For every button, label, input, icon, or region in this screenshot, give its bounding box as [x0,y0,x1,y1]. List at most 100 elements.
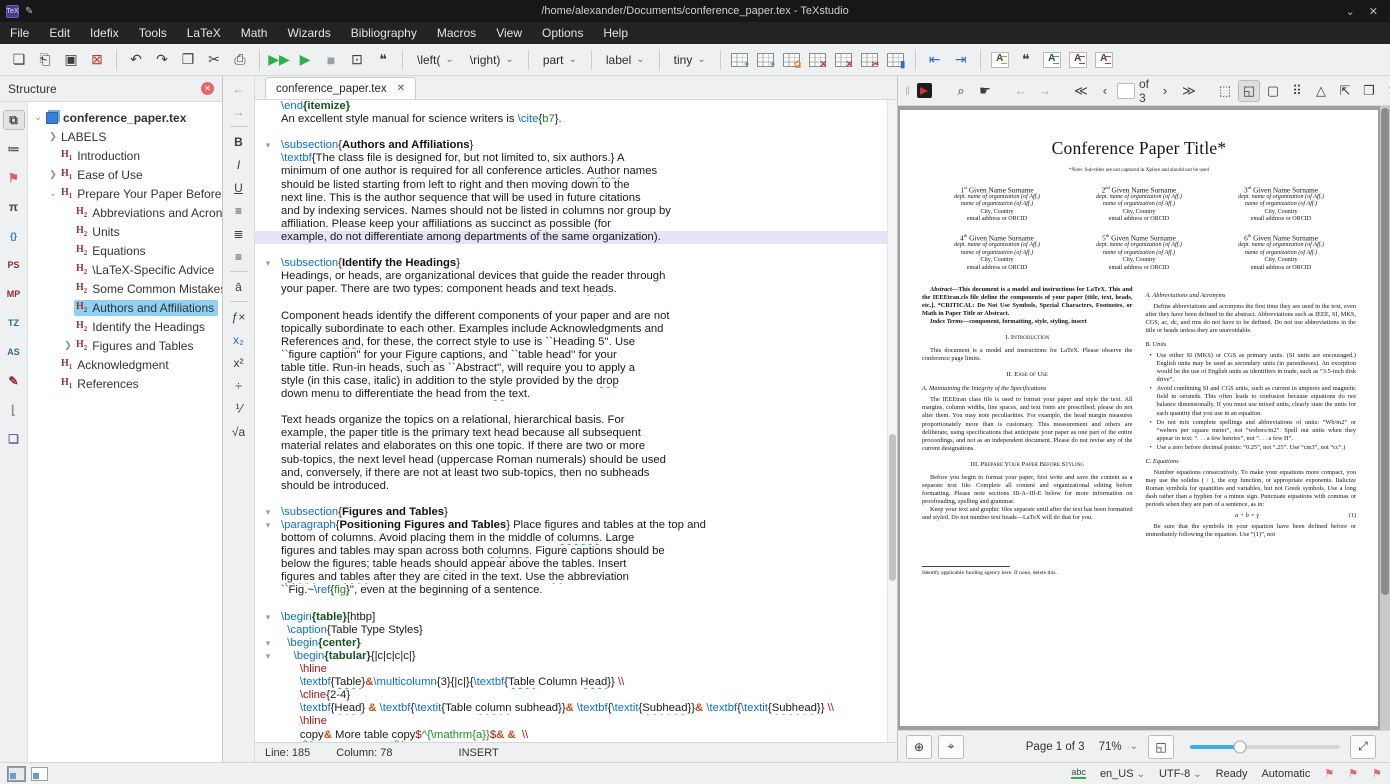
annotation-red-button[interactable]: A [1066,48,1090,72]
menu-file[interactable]: File [0,24,39,42]
pdf-fit-window-button[interactable]: ◱ [1238,80,1260,102]
tab-close-icon[interactable]: ✕ [397,83,405,94]
pdf-scroll-tool-button[interactable]: ⌖ [938,735,964,759]
fold-marker-icon[interactable]: ▾ [255,611,281,624]
tree-expander-icon[interactable]: ⌄ [32,112,44,123]
messages-button[interactable]: ❝ [371,48,395,72]
toggle-messages-panel-button[interactable] [31,767,48,781]
fold-marker-icon[interactable]: ▾ [255,650,281,663]
forward-button[interactable]: → [228,103,250,120]
preview-icon[interactable]: ✎ [3,371,25,391]
language-selector[interactable]: en_US ⌄ [1100,768,1145,780]
comment-button[interactable]: ❝ [1014,48,1038,72]
fraction-button[interactable]: ÷ [228,377,250,394]
tree-item-prepare-your-paper-before-styling[interactable]: ⌄H1Prepare Your Paper Before Styling [28,184,222,203]
cut-button[interactable]: ✂ [202,48,226,72]
pstricks-icon[interactable]: PS [3,255,25,275]
sqrt-button[interactable]: √a [228,423,250,440]
tikz-icon[interactable]: TZ [3,313,25,333]
align-center-button[interactable]: ≣ [228,225,250,242]
pdf-detach-button[interactable]: ❐ [1358,80,1380,102]
user-macros-icon[interactable]: ❏ [3,429,25,449]
bookmark-flag-icon-2[interactable]: ⚑ [1348,767,1358,780]
fold-marker-icon[interactable]: ▾ [255,519,281,532]
tree-item-figures-and-tables[interactable]: ❯H2Figures and Tables [28,336,222,355]
inline-math-button[interactable]: ƒ× [228,308,250,325]
asymptote-icon[interactable]: AS [3,342,25,362]
copy-button[interactable]: ❐ [176,48,200,72]
tree-item--latex-specific-advice[interactable]: H2\LaTeX-Specific Advice [28,260,222,279]
pdf-windowed-button[interactable]: ⇱ [1334,80,1356,102]
tree-item-ease-of-use[interactable]: ❯H1Ease of Use [28,165,222,184]
pdf-close-button[interactable]: ✕ [1382,80,1390,102]
pdf-grid-view-button[interactable]: ⠿ [1286,80,1308,102]
tree-item-references[interactable]: H1References [28,374,222,393]
new-document-button[interactable]: ❏ [7,48,31,72]
align-table-columns-button[interactable]: ▮ [884,48,908,72]
tree-item-acknowledgment[interactable]: H1Acknowledgment [28,355,222,374]
fold-marker-icon[interactable]: ▾ [255,637,281,650]
indent-button[interactable]: ⇥ [949,48,973,72]
annotation-green-button[interactable]: A [1040,48,1064,72]
italic-button[interactable]: I [228,156,250,173]
menu-latex[interactable]: LaTeX [177,24,231,42]
pdf-scrollbar[interactable] [1380,106,1390,730]
pdf-fit-width-button[interactable]: ⬚ [1214,80,1236,102]
menu-view[interactable]: View [486,24,532,42]
pdf-fit-toggle-button[interactable]: ◱ [1148,735,1174,759]
undo-button[interactable]: ↶ [124,48,148,72]
add-table-column-button[interactable]: + [754,48,778,72]
tree-item-equations[interactable]: H2Equations [28,241,222,260]
tree-item-units[interactable]: H2Units [28,222,222,241]
editor-code-area[interactable]: \end{itemize}An excellent style manual f… [255,100,887,742]
bookmark-flag-icon-1[interactable]: ⚑ [1324,767,1334,780]
todo-list-icon[interactable]: ≔ [3,139,25,159]
tree-item-conference-paper-tex[interactable]: ⌄conference_paper.tex [28,108,222,127]
pdf-zoom-slider[interactable] [1190,745,1340,749]
back-button[interactable]: ← [228,80,250,97]
open-document-button[interactable]: ⎗ [33,48,57,72]
redo-button[interactable]: ↷ [150,48,174,72]
pdf-last-page-button[interactable]: ≫ [1178,80,1200,102]
tree-expander-icon[interactable]: ❯ [62,340,74,351]
fold-marker-icon[interactable]: ▾ [255,506,281,519]
menu-macros[interactable]: Macros [427,24,486,42]
annotation-red-green-button[interactable]: A [1092,48,1116,72]
pdf-next-page-button[interactable]: › [1154,80,1176,102]
pdf-page-area[interactable]: Conference Paper Title* *Note: Sub-title… [898,106,1390,730]
brace-symbols-icon[interactable]: {} [3,226,25,246]
menu-idefix[interactable]: Idefix [80,24,129,42]
pdf-back-button[interactable]: ← [1010,80,1032,102]
reference-dropdown[interactable]: label⌄ [598,48,653,72]
cut-table-column-button[interactable]: ✂ [858,48,882,72]
save-button[interactable]: ▣ [59,48,83,72]
add-table-row-button[interactable]: + [728,48,752,72]
editor-scrollbar[interactable] [887,100,897,742]
menu-help[interactable]: Help [593,24,638,42]
menu-wizards[interactable]: Wizards [277,24,340,42]
right-delimiter-dropdown[interactable]: \right)⌄ [462,48,522,72]
menu-edit[interactable]: Edit [39,24,80,42]
pdf-scrollbar-thumb[interactable] [1381,108,1389,595]
sectioning-dropdown[interactable]: part⌄ [535,48,585,72]
pdf-hand-tool-button[interactable]: ☛ [974,80,996,102]
unindent-button[interactable]: ⇤ [923,48,947,72]
tree-expander-icon[interactable]: ⌄ [47,188,59,199]
remove-table-column-button[interactable]: ✕ [832,48,856,72]
subscript-button[interactable]: x₂ [228,331,250,348]
pdf-zoom-tool-button[interactable]: ⊕ [906,735,932,759]
pdf-fullscreen-button[interactable]: ⤢ [1350,735,1376,759]
structure-view-icon[interactable]: ⧉ [3,110,25,130]
paste-button[interactable]: ⎙ [228,48,252,72]
editor-scrollbar-thumb[interactable] [889,434,896,582]
bold-button[interactable]: B [228,133,250,150]
metapost-icon[interactable]: MP [3,284,25,304]
remove-table-row-button[interactable]: ✕ [806,48,830,72]
pdf-page-number-input[interactable] [1117,83,1135,99]
menu-bibliography[interactable]: Bibliography [341,24,427,42]
menu-tools[interactable]: Tools [129,24,177,42]
underline-button[interactable]: U [228,179,250,196]
tree-item-introduction[interactable]: H1Introduction [28,146,222,165]
pdf-zoom-level[interactable]: 71% [1099,741,1122,753]
close-window-button[interactable]: ✕ [1369,5,1378,18]
